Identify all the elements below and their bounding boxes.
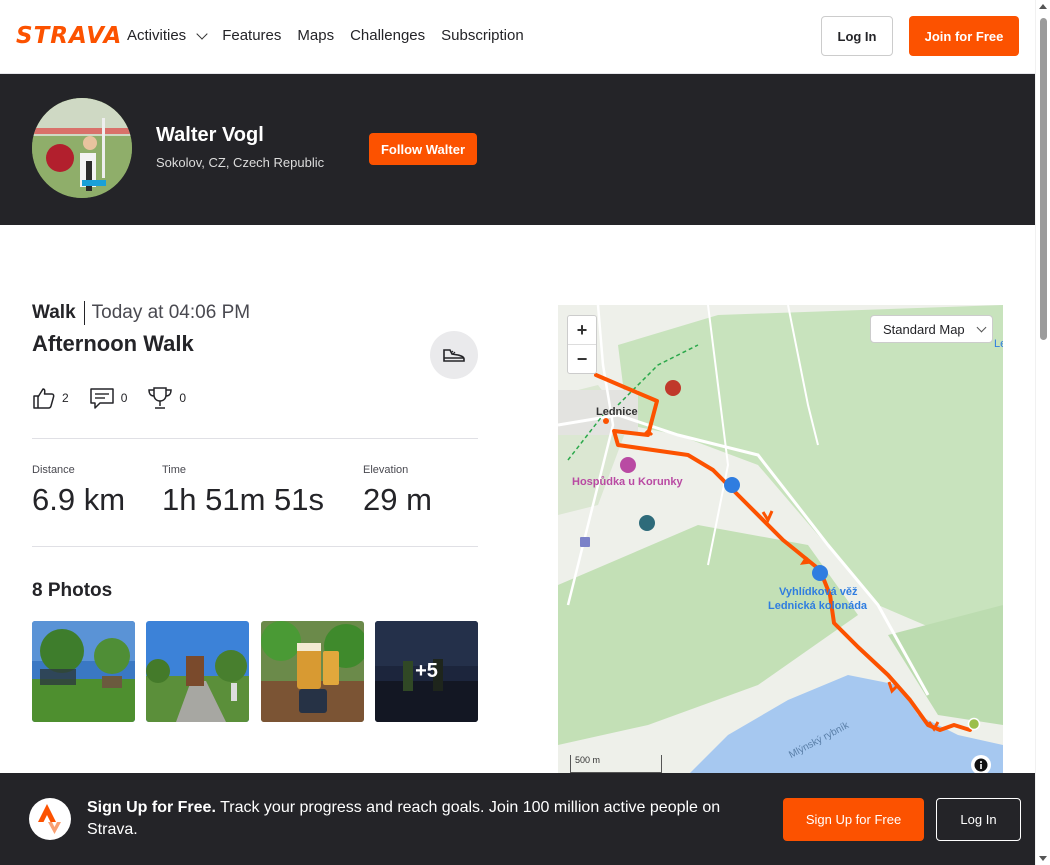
signup-message: Sign Up for Free. Track your progress an… bbox=[87, 797, 757, 841]
strava-mark-icon bbox=[29, 798, 71, 840]
map-label-edge: Le bbox=[994, 338, 1003, 350]
comments-button[interactable]: 0 bbox=[89, 386, 128, 410]
nav-challenges-label: Challenges bbox=[350, 27, 426, 44]
photo-image bbox=[32, 621, 135, 722]
kudos-count: 2 bbox=[62, 391, 69, 405]
activity-type-line: Walk Today at 04:06 PM bbox=[32, 301, 250, 325]
photo-image bbox=[146, 621, 249, 722]
zoom-out-button[interactable]: − bbox=[568, 345, 596, 374]
page-scrollbar[interactable] bbox=[1035, 0, 1050, 865]
avatar-image bbox=[32, 98, 132, 198]
zoom-in-button[interactable]: + bbox=[568, 316, 596, 345]
chevron-down-icon bbox=[196, 28, 208, 40]
follow-button[interactable]: Follow Walter bbox=[369, 133, 477, 165]
stat-value: 29 m bbox=[363, 482, 432, 517]
strava-logo[interactable]: STRAVA bbox=[16, 25, 122, 48]
photo-thumbnail[interactable] bbox=[261, 621, 364, 722]
activity-title: Afternoon Walk bbox=[32, 331, 194, 356]
nav-maps[interactable]: Maps bbox=[297, 26, 334, 46]
zoom-control: + − bbox=[567, 315, 597, 374]
achievements-button[interactable]: 0 bbox=[147, 385, 186, 411]
trophy-icon bbox=[148, 387, 173, 409]
map-label-vyhlidkova: Vyhlídková věž bbox=[779, 586, 858, 598]
photos-title: 8 Photos bbox=[32, 580, 113, 601]
main-nav: Activities Features Maps Challenges Subs… bbox=[127, 26, 540, 46]
info-icon bbox=[974, 758, 988, 772]
map-label-hospudka: Hospůdka u Korunky bbox=[572, 476, 683, 488]
photo-image bbox=[261, 621, 364, 722]
divider bbox=[32, 546, 478, 547]
stat-distance: Distance 6.9 km bbox=[32, 464, 125, 518]
kudos-button[interactable]: 2 bbox=[32, 386, 69, 410]
map-style-select[interactable]: Standard Map bbox=[870, 315, 993, 343]
athlete-banner: Walter Vogl Sokolov, CZ, Czech Republic … bbox=[0, 74, 1035, 225]
scrollbar-thumb[interactable] bbox=[1040, 18, 1047, 340]
stat-label: Elevation bbox=[363, 464, 409, 476]
achievements-count: 0 bbox=[179, 391, 187, 405]
stat-time: Time 1h 51m 51s bbox=[162, 464, 324, 518]
photo-thumbnail[interactable] bbox=[146, 621, 249, 722]
activity-date: Today at 04:06 PM bbox=[91, 302, 251, 323]
stat-value: 6.9 km bbox=[32, 482, 126, 517]
shoe-icon bbox=[443, 349, 465, 362]
strava-chevron-icon bbox=[38, 804, 61, 834]
athlete-name[interactable]: Walter Vogl bbox=[156, 124, 264, 147]
route-map[interactable]: Lednice Hospůdka u Korunky Vyhlídková vě… bbox=[558, 305, 1003, 785]
athlete-location: Sokolov, CZ, Czech Republic bbox=[156, 155, 325, 170]
signup-button[interactable]: Sign Up for Free bbox=[783, 798, 924, 841]
nav-features-label: Features bbox=[222, 27, 282, 44]
signup-headline: Sign Up for Free. bbox=[87, 799, 216, 816]
divider bbox=[32, 438, 478, 439]
nav-features[interactable]: Features bbox=[222, 26, 281, 46]
map-style-label: Standard Map bbox=[883, 321, 965, 337]
join-button[interactable]: Join for Free bbox=[909, 16, 1019, 56]
top-navigation: STRAVA Activities Features Maps Challeng… bbox=[0, 0, 1035, 74]
photo-thumbnail[interactable] bbox=[32, 621, 135, 722]
stat-label: Time bbox=[162, 464, 187, 476]
signup-bar: Sign Up for Free. Track your progress an… bbox=[0, 773, 1035, 865]
nav-subscription[interactable]: Subscription bbox=[441, 26, 524, 46]
map-info-button[interactable] bbox=[971, 755, 991, 775]
avatar[interactable] bbox=[32, 98, 132, 198]
page: STRAVA Activities Features Maps Challeng… bbox=[0, 0, 1050, 865]
map-scale: 500 m bbox=[570, 755, 662, 773]
thumbs-up-icon bbox=[33, 388, 55, 409]
activity-type: Walk bbox=[32, 301, 85, 325]
scroll-down-icon[interactable] bbox=[1039, 856, 1047, 861]
nav-subscription-label: Subscription bbox=[441, 27, 524, 44]
nav-challenges[interactable]: Challenges bbox=[350, 26, 425, 46]
nav-maps-label: Maps bbox=[297, 27, 335, 44]
stat-value: 1h 51m 51s bbox=[162, 482, 324, 517]
more-photos-count: +5 bbox=[375, 621, 478, 722]
map-canvas bbox=[558, 305, 1003, 785]
login-button[interactable]: Log In bbox=[821, 16, 893, 56]
map-label-kolonada: Lednická kolonáda bbox=[768, 600, 868, 612]
comments-count: 0 bbox=[120, 391, 128, 405]
comment-icon bbox=[89, 388, 114, 409]
nav-activities-label: Activities bbox=[127, 27, 187, 44]
gear-shoe-button[interactable] bbox=[430, 331, 478, 379]
stat-elevation: Elevation 29 m bbox=[363, 464, 432, 518]
signup-bar-login-button[interactable]: Log In bbox=[936, 798, 1021, 841]
stat-label: Distance bbox=[32, 464, 75, 476]
chevron-down-icon bbox=[976, 322, 987, 332]
scroll-up-icon[interactable] bbox=[1039, 4, 1047, 9]
map-label-lednice: Lednice bbox=[596, 406, 638, 418]
photo-thumbnail-more[interactable]: +5 bbox=[375, 621, 478, 722]
nav-activities[interactable]: Activities bbox=[127, 26, 208, 46]
social-stats: 2 0 0 bbox=[32, 385, 206, 411]
